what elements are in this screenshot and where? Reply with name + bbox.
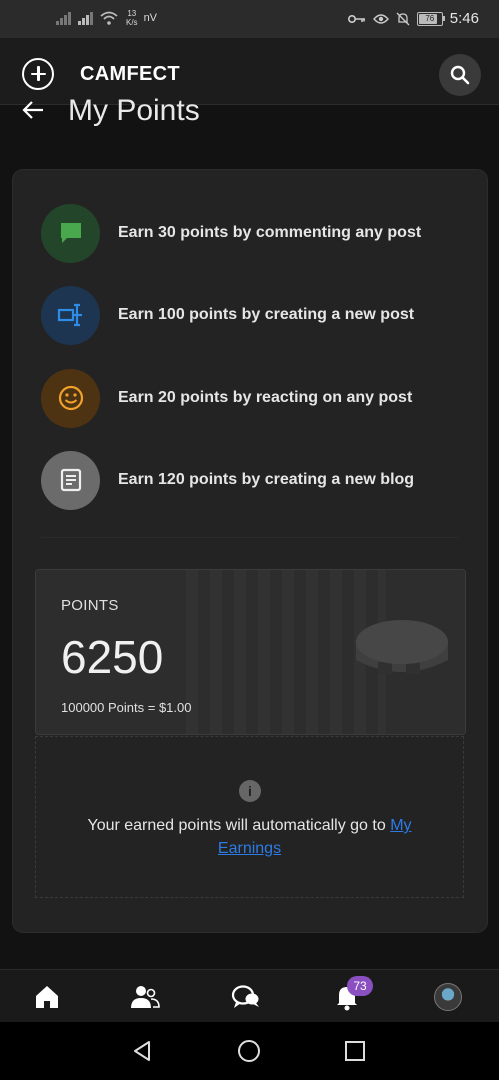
back-nav-icon[interactable] — [130, 1039, 154, 1063]
divider — [41, 537, 459, 538]
smile-icon-circle — [41, 368, 100, 428]
battery-level: 76 — [425, 13, 435, 23]
search-button[interactable] — [439, 54, 481, 96]
info-box: i Your earned points will automatically … — [35, 736, 464, 898]
comment-icon — [60, 223, 81, 243]
smile-icon — [58, 385, 83, 411]
nav-chat[interactable] — [231, 982, 261, 1012]
status-right: 76 5:46 — [347, 10, 479, 27]
points-value: 6250 — [61, 631, 164, 683]
net-speed-unit: K/s — [126, 18, 138, 27]
points-card: Earn 30 points by commenting any post Ea… — [13, 170, 487, 932]
friends-icon — [131, 986, 160, 1008]
status-left: 13 K/s nV — [56, 9, 157, 27]
comment-icon-circle — [41, 203, 100, 263]
earn-item-react: Earn 20 points by reacting on any post — [41, 368, 412, 428]
profile-avatar[interactable] — [434, 983, 462, 1011]
page-title-row: My Points — [0, 94, 499, 134]
notification-badge[interactable]: 73 — [347, 976, 373, 996]
create-post-icon-circle — [41, 285, 100, 345]
earn-item-label: Earn 30 points by commenting any post — [118, 224, 422, 241]
search-icon — [450, 65, 470, 85]
nav-home[interactable] — [32, 982, 62, 1012]
points-rate: 100000 Points = $1.00 — [61, 700, 192, 715]
bottom-nav: 73 — [0, 969, 499, 1023]
plus-circle-icon[interactable] — [22, 58, 54, 90]
nav-friends[interactable] — [130, 982, 160, 1012]
eye-icon — [372, 13, 389, 24]
earn-item-blog: Earn 120 points by creating a new blog — [41, 450, 414, 510]
page-title: My Points — [68, 94, 200, 127]
home-icon — [36, 986, 58, 1008]
carrier-text: nV — [143, 12, 158, 24]
signal-icon — [56, 12, 71, 25]
back-arrow-icon[interactable] — [22, 100, 44, 120]
chat-icon — [231, 985, 259, 1008]
wifi-icon — [100, 11, 118, 25]
points-summary: POINTS 6250 100000 Points = $1.00 — [35, 569, 466, 735]
earn-item-label: Earn 120 points by creating a new blog — [118, 471, 415, 488]
earn-item-post: Earn 100 points by creating a new post — [41, 285, 414, 345]
brand-name[interactable]: CAMFECT — [80, 63, 180, 86]
bell-off-icon — [396, 12, 410, 25]
info-message: Your earned points will automatically go… — [87, 817, 391, 834]
blog-icon-circle — [41, 450, 100, 510]
info-icon: i — [239, 780, 261, 802]
clock: 5:46 — [449, 10, 479, 27]
system-nav-bar — [0, 1022, 499, 1080]
recents-nav-icon[interactable] — [343, 1039, 367, 1063]
net-speed: 13 K/s — [126, 9, 138, 27]
earn-item-label: Earn 100 points by creating a new post — [118, 306, 415, 323]
coin-stack-icon — [356, 620, 448, 674]
earn-item-comment: Earn 30 points by commenting any post — [41, 203, 421, 263]
blog-icon — [60, 468, 81, 492]
home-nav-icon[interactable] — [237, 1039, 261, 1063]
points-label: POINTS — [61, 597, 119, 614]
net-speed-value: 13 — [127, 9, 137, 18]
create-post-icon — [57, 303, 82, 327]
earn-item-label: Earn 20 points by reacting on any post — [118, 389, 413, 406]
info-text: Your earned points will automatically go… — [56, 814, 443, 860]
battery-icon: 76 — [416, 11, 445, 26]
key-icon — [347, 14, 365, 23]
status-bar: 13 K/s nV 76 5:46 — [0, 0, 499, 38]
signal-icon — [78, 12, 93, 25]
